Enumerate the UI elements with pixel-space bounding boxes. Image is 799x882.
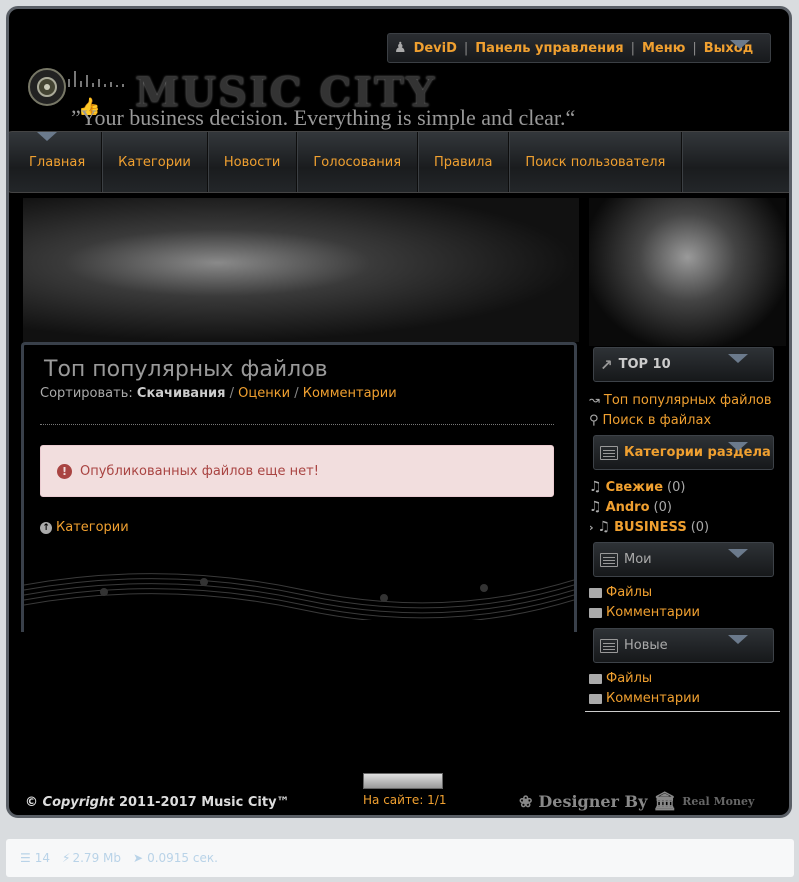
- page-title: Топ популярных файлов: [44, 357, 328, 382]
- notch-decoration: [728, 442, 748, 451]
- music-staff-decoration: [24, 573, 574, 620]
- empty-alert: ! Опубликованных файлов еще нет!: [40, 445, 554, 497]
- chevron-right-icon: ›: [589, 520, 594, 534]
- sidebar-categories-title: Категории раздела: [624, 445, 771, 460]
- memory-usage: 2.79 Mb: [72, 851, 121, 865]
- music-note-icon: ♫: [597, 519, 611, 535]
- folder-icon: [589, 673, 602, 684]
- sidebar-new-header: Новые: [593, 628, 774, 663]
- user-icon: ♟: [394, 40, 407, 56]
- main-nav: Главная Категории Новости Голосования Пр…: [9, 131, 789, 193]
- separator: |: [463, 40, 469, 56]
- sort-label: Сортировать:: [40, 386, 133, 401]
- menu-link[interactable]: Меню: [642, 41, 685, 56]
- nav-polls[interactable]: Голосования: [297, 132, 419, 192]
- side-banner-image: [589, 198, 786, 346]
- sidebar-mine-title: Мои: [624, 552, 652, 567]
- category-item[interactable]: ♫ Andro (0): [589, 499, 672, 515]
- music-note-icon: ♫: [589, 479, 602, 495]
- sidebar-top-files-link[interactable]: ↝ Топ популярных файлов: [589, 393, 772, 408]
- separator: |: [630, 40, 635, 56]
- rocket-icon: ➤: [133, 851, 144, 865]
- site-frame: ♟ DeviD | Панель управления | Меню | Вых…: [6, 6, 792, 818]
- nav-home[interactable]: Главная: [13, 132, 103, 192]
- rebel-icon: ❀: [519, 792, 533, 811]
- new-files-link[interactable]: Файлы: [589, 671, 652, 686]
- mine-comments-link[interactable]: Комментарии: [589, 605, 700, 620]
- notch-decoration: [728, 549, 748, 558]
- chart-line-icon: ↝: [589, 393, 600, 408]
- debug-status-bar: ☰ 14 ⚡ 2.79 Mb ➤ 0.0915 сек.: [6, 839, 794, 877]
- folder-icon: [589, 587, 602, 598]
- list-icon: [600, 552, 618, 567]
- notch-decoration: [728, 635, 748, 644]
- render-time: 0.0915 сек.: [147, 851, 218, 865]
- folder-icon: [589, 607, 602, 618]
- list-icon: [600, 638, 618, 653]
- header-banner-image: [23, 198, 579, 342]
- nav-news[interactable]: Новости: [208, 132, 298, 192]
- query-count: 14: [34, 851, 51, 865]
- designer-credit[interactable]: ❀ Designer By 🏛 Real Money: [519, 791, 754, 812]
- control-panel-link[interactable]: Панель управления: [475, 41, 623, 56]
- sidebar-new-title: Новые: [624, 638, 668, 653]
- category-item[interactable]: ♫ Свежие (0): [589, 479, 685, 495]
- sort-comments-link[interactable]: Комментарии: [303, 386, 397, 401]
- database-icon: ☰: [20, 851, 31, 865]
- sidebar-categories-header: Категории раздела: [593, 435, 774, 470]
- separator: |: [692, 40, 697, 56]
- categories-link-label: Категории: [56, 520, 129, 535]
- notch-decoration: [728, 354, 748, 363]
- nav-categories[interactable]: Категории: [102, 132, 208, 192]
- divider: [40, 424, 554, 425]
- alert-text: Опубликованных файлов еще нет!: [80, 463, 319, 479]
- nav-user-search[interactable]: Поиск пользователя: [509, 132, 683, 192]
- mine-files-link[interactable]: Файлы: [589, 585, 652, 600]
- sort-active: Скачивания: [136, 386, 226, 401]
- site-slogan: ”Your business decision. Everything is s…: [71, 105, 576, 130]
- hit-counter[interactable]: [363, 773, 443, 789]
- chart-icon: ↗: [600, 355, 613, 374]
- notch-decoration: [730, 40, 750, 49]
- user-bar: ♟ DeviD | Панель управления | Меню | Вых…: [387, 33, 771, 63]
- exclamation-icon: !: [57, 463, 72, 479]
- categories-link[interactable]: ↑ Категории: [40, 520, 129, 535]
- music-note-icon: ♫: [589, 499, 602, 515]
- notch-decoration: [37, 132, 57, 141]
- sidebar-top10-title: TOP 10: [618, 357, 671, 372]
- category-item[interactable]: › ♫ BUSINESS (0): [589, 519, 709, 535]
- copyright: © Copyright 2011-2017 Music City™: [25, 795, 290, 810]
- main-content-panel: Топ популярных файлов Сортировать: Скачи…: [21, 342, 577, 632]
- online-count: На сайте: 1/1: [363, 793, 447, 807]
- username-link[interactable]: DeviD: [414, 41, 457, 56]
- nav-rules[interactable]: Правила: [418, 132, 510, 192]
- sort-bar: Сортировать: Скачивания / Оценки / Комме…: [40, 386, 397, 401]
- sidebar-search-files-link[interactable]: ⚲ Поиск в файлах: [589, 413, 711, 428]
- arrow-up-icon: ↑: [40, 521, 52, 534]
- bank-icon: 🏛: [653, 791, 677, 812]
- sidebar-top10-header: ↗ TOP 10: [593, 347, 774, 382]
- sidebar-mine-header: Мои: [593, 542, 774, 577]
- search-icon: ⚲: [589, 413, 599, 428]
- sidebar-divider: [585, 711, 780, 712]
- sort-ratings-link[interactable]: Оценки: [238, 386, 290, 401]
- folder-icon: [589, 693, 602, 704]
- bolt-icon: ⚡: [62, 851, 71, 865]
- list-icon: [600, 445, 618, 460]
- new-comments-link[interactable]: Комментарии: [589, 691, 700, 706]
